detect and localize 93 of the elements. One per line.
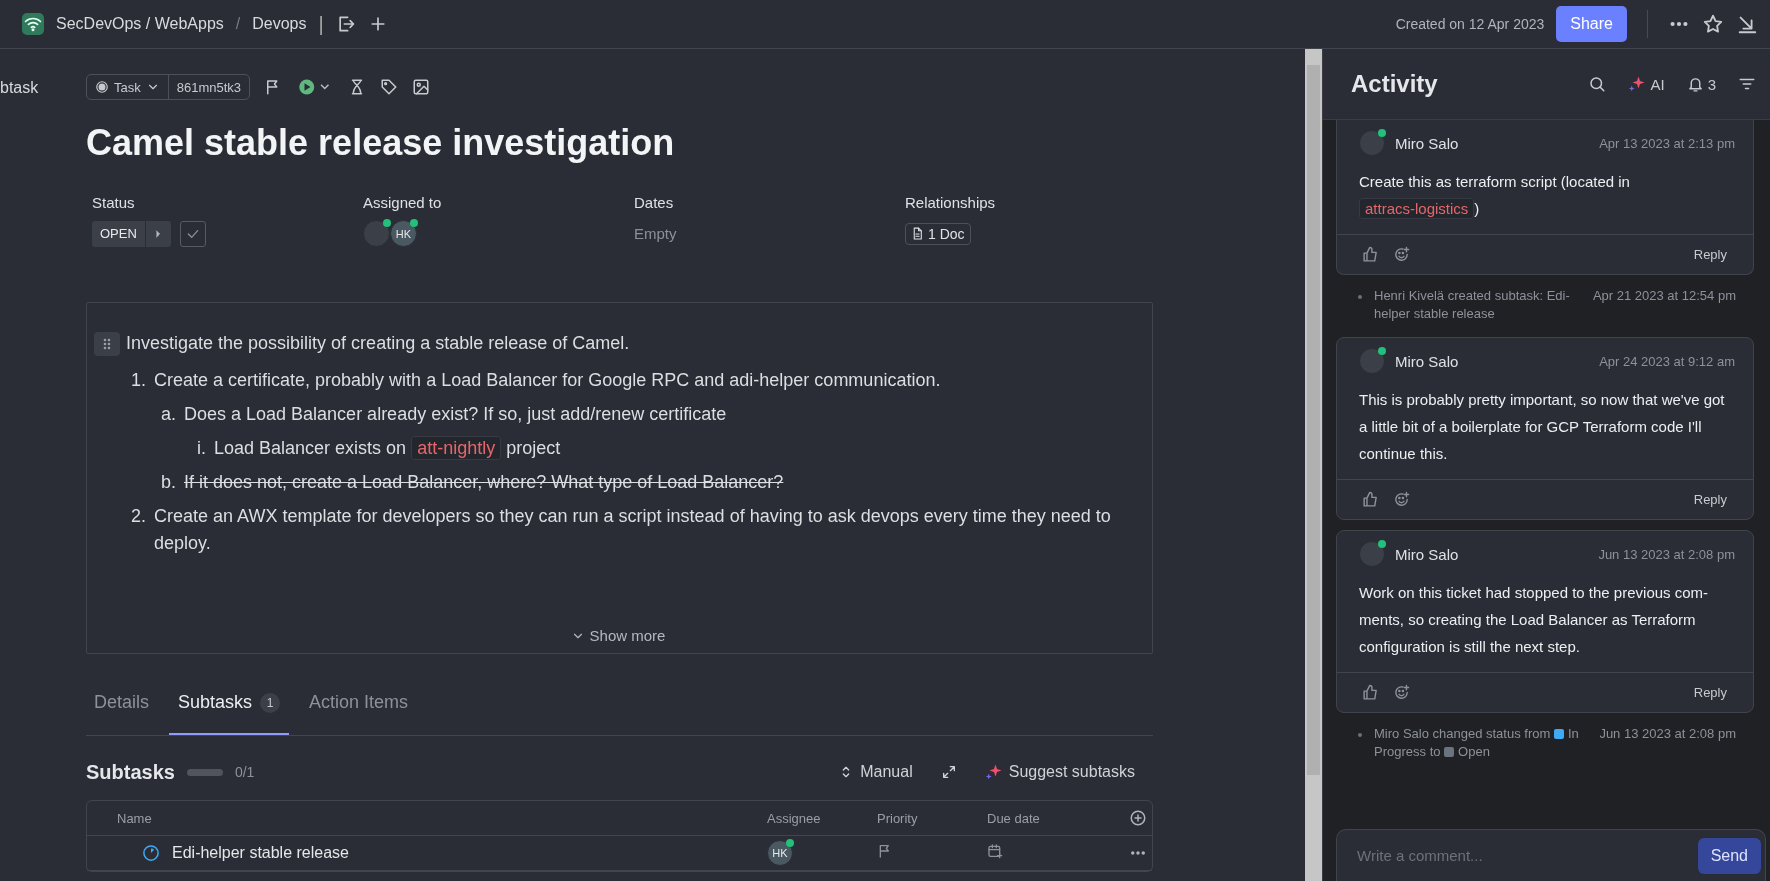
- comment-text: Work on this ticket had stopped to the previous com-ments, so creating the Load Balancer as Terraform configuration is still the next step.: [1359, 584, 1709, 655]
- drag-handle-icon[interactable]: [94, 331, 120, 356]
- column-header: Name: [116, 810, 153, 826]
- comment-time: Jun 13 2023 at 2:08 pm: [1598, 546, 1735, 562]
- reply-button[interactable]: Reply: [1687, 246, 1733, 263]
- wifi-logo-icon[interactable]: [22, 13, 44, 35]
- send-button[interactable]: Send: [1697, 837, 1761, 874]
- field-label: Relationships: [905, 194, 997, 211]
- tab[interactable]: Action Items: [297, 674, 421, 735]
- doc-button[interactable]: 1 Doc: [905, 222, 971, 245]
- add-emoji-icon[interactable]: [1393, 491, 1410, 508]
- document-icon: [911, 227, 924, 240]
- thumbs-up-icon[interactable]: [1362, 491, 1379, 508]
- avatar-placeholder[interactable]: [1359, 541, 1385, 567]
- event-text: Miro Salo changed status from In Progress to Open: [1374, 725, 1580, 761]
- event-time: Jun 13 2023 at 2:08 pm: [1599, 725, 1736, 743]
- sparkle-icon: [984, 763, 1003, 781]
- divider-mark: |: [318, 12, 324, 36]
- column-header: Due date: [987, 810, 1041, 826]
- bell-icon: [1686, 75, 1704, 93]
- count-badge: 1: [260, 692, 281, 713]
- ai-button[interactable]: AI: [1628, 75, 1665, 93]
- task-title: Camel stable release investigation: [86, 122, 676, 164]
- progress-count: 0/1: [234, 764, 255, 780]
- author-name: Miro Salo: [1395, 545, 1459, 563]
- field-label: Assigned to: [363, 194, 443, 211]
- dates-value[interactable]: Empty: [634, 225, 677, 242]
- list-item-text: Load Balancer exists on att-nightly project: [214, 435, 561, 462]
- inline-code: attracs-logistics: [1359, 198, 1475, 219]
- comment-text: Create this as terraform script (located in attracs-logistics ): [1359, 173, 1630, 219]
- column-header: Priority: [877, 810, 919, 826]
- inline-code: att-nightly: [411, 436, 502, 460]
- add-emoji-icon[interactable]: [1393, 246, 1410, 263]
- list-marker: 2.: [130, 505, 147, 528]
- avatar[interactable]: HK: [767, 840, 793, 866]
- bullet-dot: [1358, 733, 1362, 737]
- tab[interactable]: Details: [86, 674, 162, 735]
- breadcrumb-separator: /: [235, 15, 241, 33]
- comment-field[interactable]: Write a comment... Send: [1336, 829, 1766, 881]
- comment-time: Apr 13 2023 at 2:13 pm: [1599, 135, 1735, 151]
- list-marker: b.: [160, 471, 177, 494]
- image-icon[interactable]: [412, 78, 431, 96]
- author-name: Miro Salo: [1395, 134, 1459, 152]
- add-emoji-icon[interactable]: [1393, 684, 1410, 701]
- field-label: Dates: [634, 194, 675, 211]
- tag-icon[interactable]: [380, 78, 399, 96]
- field-label: Status: [92, 194, 136, 211]
- subtask-name[interactable]: Edi-helper stable release: [172, 844, 349, 862]
- avatar-placeholder[interactable]: [1359, 348, 1385, 374]
- sort-button[interactable]: Manual: [832, 762, 919, 782]
- side-label: btask: [0, 78, 40, 98]
- task-type-dropdown[interactable]: Task: [87, 75, 168, 99]
- reply-button[interactable]: Reply: [1687, 684, 1733, 701]
- scrollbar[interactable]: [1305, 49, 1322, 881]
- thumbs-up-icon[interactable]: [1362, 246, 1379, 263]
- section-title: Subtasks: [86, 760, 175, 784]
- expand-icon[interactable]: [940, 764, 957, 780]
- check-icon[interactable]: [179, 220, 206, 247]
- avatar-placeholder[interactable]: [363, 220, 390, 247]
- list-item-text: Create an AWX template for developers so they can run a script instead of having to ask devops every time they need to deploy.: [154, 505, 1112, 555]
- list-item-text: Create a certificate, probably with a Load Balancer for Google RPC and adi-helper communication.: [154, 369, 941, 392]
- suggest-subtasks-button[interactable]: Suggest subtasks: [978, 762, 1141, 782]
- thumbs-up-icon[interactable]: [1362, 684, 1379, 701]
- tab[interactable]: Subtasks 1: [169, 674, 290, 735]
- notifications-button[interactable]: 3: [1686, 75, 1716, 93]
- show-more-button[interactable]: Show more: [564, 626, 672, 645]
- list-marker: i.: [196, 437, 207, 460]
- created-date: Created on 12 Apr 2023: [1395, 16, 1545, 32]
- star-icon[interactable]: [1702, 13, 1724, 35]
- avatar[interactable]: HK: [390, 220, 417, 247]
- breadcrumb-link[interactable]: SecDevOps / WebApps: [56, 15, 224, 33]
- event-text: Henri Kivelä created subtask: Edi-helper stable release: [1374, 287, 1571, 323]
- task-id-button[interactable]: 861mn5tk3: [167, 75, 250, 99]
- radio-circle-icon: [95, 80, 109, 94]
- bullet-dot: [1358, 295, 1362, 299]
- author-name: Miro Salo: [1395, 352, 1459, 370]
- comment-text: This is probably pretty important, so now that we've got a little bit of a boilerplate for GCP Terraform code I'll continue this.: [1359, 391, 1725, 462]
- list-item-text: If it does not, create a Load Balancer, where? What type of Load Balancer?: [184, 471, 784, 494]
- panel-title: Activity: [1351, 70, 1438, 98]
- breadcrumb-link[interactable]: Devops: [252, 15, 307, 33]
- avatar-placeholder[interactable]: [1359, 130, 1385, 156]
- list-item-text: Does a Load Balancer already exist? If so, just add/renew certificate: [184, 403, 727, 426]
- list-marker: 1.: [130, 369, 147, 392]
- list-marker: a.: [160, 403, 177, 426]
- description-text: Investigate the possibility of creating a stable release of Camel.: [126, 332, 630, 355]
- event-time: Apr 21 2023 at 12:54 pm: [1592, 287, 1736, 305]
- calendar-add-icon[interactable]: [987, 843, 1003, 859]
- search-icon[interactable]: [1588, 75, 1607, 93]
- sparkle-icon: [1628, 75, 1647, 93]
- progress-ring-icon[interactable]: [142, 844, 160, 862]
- reply-button[interactable]: Reply: [1687, 491, 1733, 508]
- comment-time: Apr 24 2023 at 9:12 am: [1599, 353, 1735, 369]
- column-header: Assignee: [767, 810, 822, 826]
